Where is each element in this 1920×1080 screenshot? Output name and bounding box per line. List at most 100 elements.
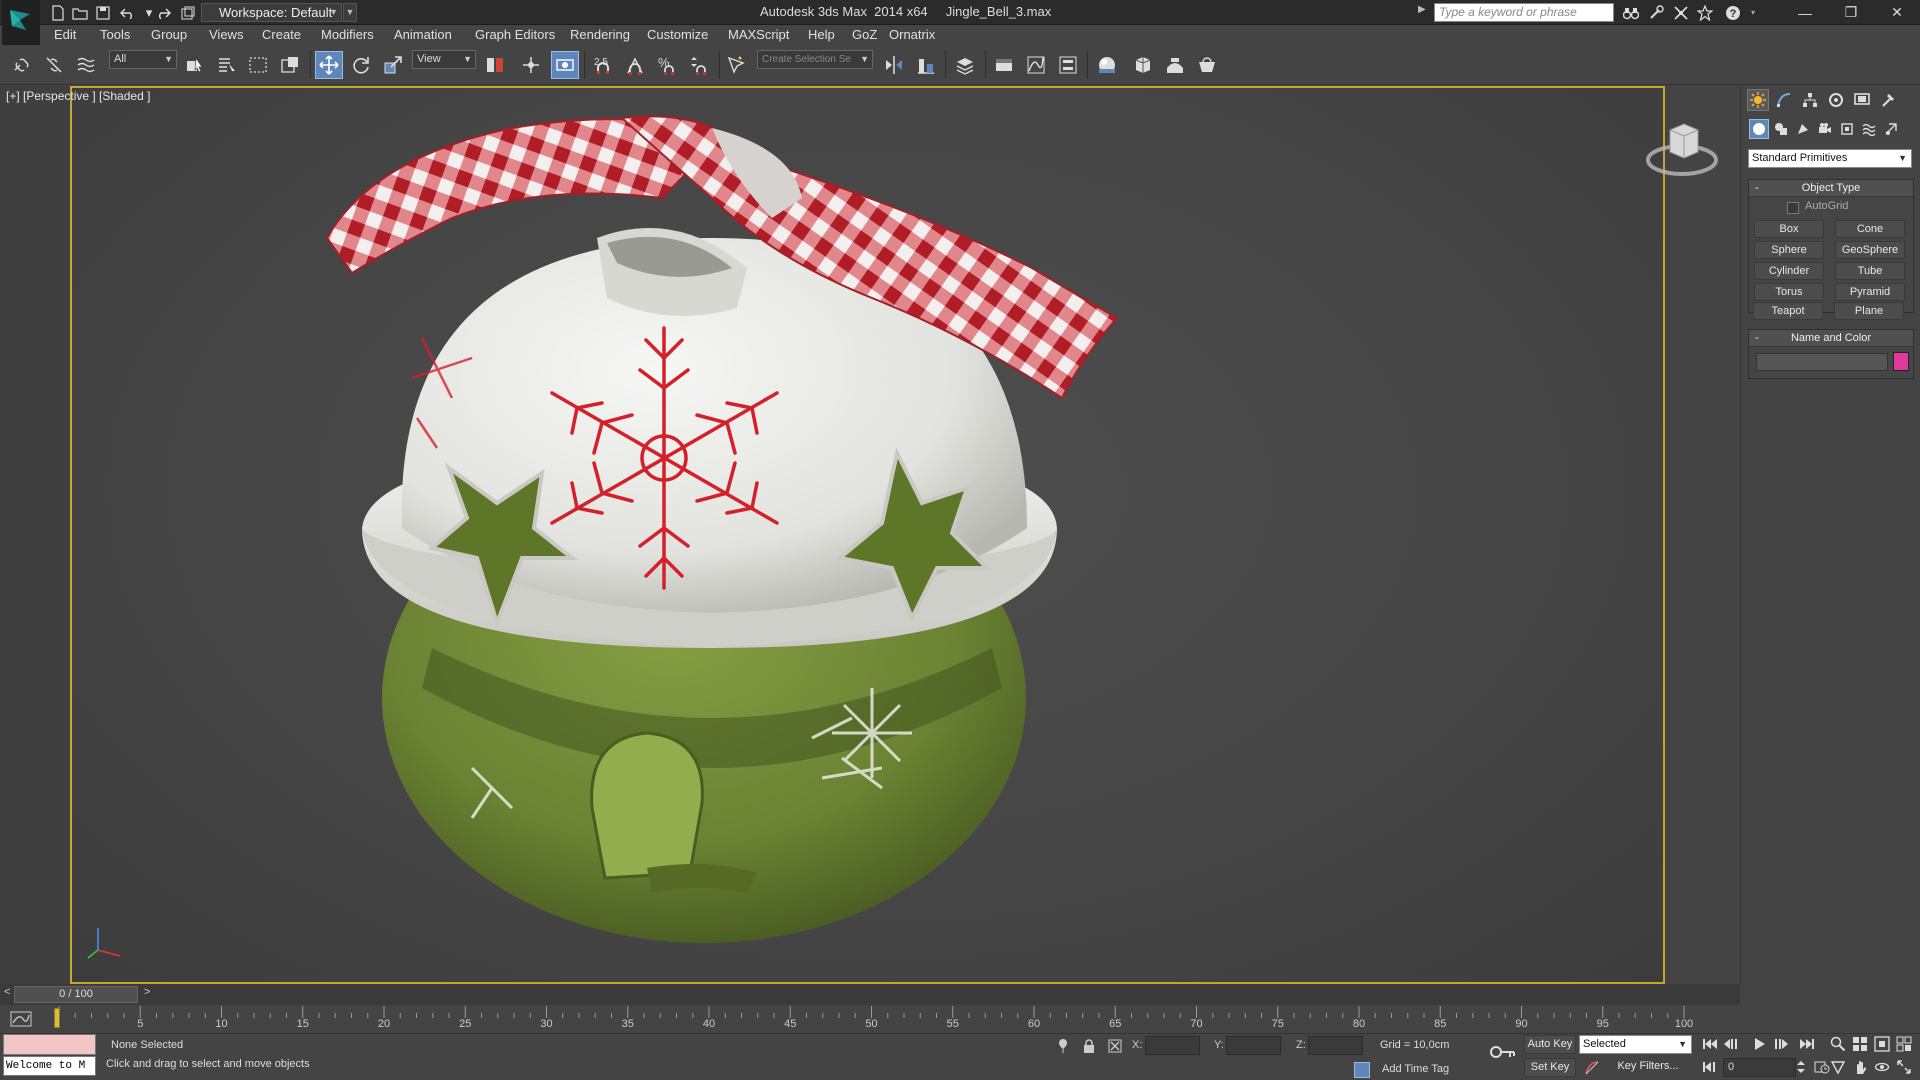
zoom-extents-icon[interactable] xyxy=(1872,1035,1892,1053)
keyboard-shortcut-override-icon[interactable] xyxy=(551,51,579,79)
menu-graph-editors[interactable]: Graph Editors xyxy=(475,27,555,42)
field-of-view-icon[interactable] xyxy=(1828,1058,1848,1076)
create-box-button[interactable]: Box xyxy=(1754,220,1824,238)
schematic-view-icon[interactable] xyxy=(1054,51,1082,79)
go-to-start-icon[interactable] xyxy=(1700,1035,1720,1053)
time-slider-next-arrow[interactable]: > xyxy=(144,986,150,998)
set-key-button[interactable]: Set Key xyxy=(1524,1058,1576,1077)
key-mode-dropdown[interactable]: Selected ▼ xyxy=(1579,1035,1692,1054)
add-time-tag-button[interactable]: Add Time Tag xyxy=(1382,1063,1449,1075)
create-teapot-button[interactable]: Teapot xyxy=(1753,302,1823,320)
create-tube-button[interactable]: Tube xyxy=(1835,262,1905,280)
select-and-rotate-icon[interactable] xyxy=(347,51,375,79)
menu-rendering[interactable]: Rendering xyxy=(570,27,630,42)
select-object-icon[interactable] xyxy=(181,51,209,79)
modify-tab-icon[interactable] xyxy=(1773,89,1795,111)
orbit-icon[interactable] xyxy=(1872,1058,1892,1076)
menu-ornatrix[interactable]: Ornatrix xyxy=(889,27,935,42)
space-warps-icon[interactable] xyxy=(1859,119,1879,139)
toggle-ribbon-icon[interactable] xyxy=(990,51,1018,79)
snaps-toggle-icon[interactable]: 2.5 xyxy=(589,51,617,79)
auto-key-button[interactable]: Auto Key xyxy=(1524,1035,1576,1054)
object-type-rollout-header[interactable]: - Object Type xyxy=(1749,180,1913,197)
infocenter-collapse-chevron-icon[interactable]: ▶ xyxy=(1418,4,1430,21)
utilities-tab-hammer-icon[interactable] xyxy=(1877,89,1899,111)
reference-coordinate-dropdown[interactable]: View ▼ xyxy=(412,50,476,69)
viewport-label-menu[interactable]: [+] [Perspective ] [Shaded ] xyxy=(6,89,150,103)
time-slider-track[interactable] xyxy=(0,984,1740,1005)
perspective-viewport[interactable] xyxy=(70,86,1665,984)
time-slider-thumb[interactable]: 0 / 100 xyxy=(14,986,138,1003)
menu-create[interactable]: Create xyxy=(262,27,301,42)
selection-lock-icon[interactable] xyxy=(1081,1038,1097,1054)
time-slider-prev-arrow[interactable]: < xyxy=(4,986,10,998)
pan-view-hand-icon[interactable] xyxy=(1850,1058,1870,1076)
go-to-end-icon[interactable] xyxy=(1797,1035,1817,1053)
helpers-icon[interactable] xyxy=(1837,119,1857,139)
percent-snap-icon[interactable]: % xyxy=(653,51,681,79)
spinner-snap-icon[interactable] xyxy=(685,51,713,79)
create-torus-button[interactable]: Torus xyxy=(1754,283,1824,301)
key-mode-toggle-icon[interactable] xyxy=(1700,1058,1720,1076)
maxscript-listener-output[interactable]: Welcome to M xyxy=(3,1056,96,1076)
help-chevron-icon[interactable]: ▾ xyxy=(1742,3,1764,22)
x-coord-field[interactable] xyxy=(1145,1036,1200,1055)
workspace-dropdown[interactable]: Workspace: Default ▼ xyxy=(201,3,342,22)
minimize-button[interactable]: — xyxy=(1782,0,1828,25)
favorites-star-icon[interactable] xyxy=(1694,3,1716,22)
create-cone-button[interactable]: Cone xyxy=(1835,220,1905,238)
menu-views[interactable]: Views xyxy=(209,27,243,42)
isolate-selection-icon[interactable] xyxy=(1055,1038,1071,1054)
time-tag-icon[interactable] xyxy=(1354,1062,1370,1078)
project-folder-icon[interactable] xyxy=(178,3,198,22)
systems-icon[interactable] xyxy=(1881,119,1901,139)
object-color-swatch[interactable] xyxy=(1893,352,1909,371)
menu-group[interactable]: Group xyxy=(151,27,187,42)
track-ruler[interactable]: 5 10 15 20 25 30 35 40 45 50 55 60 65 70 75 80 85 90 95 100 xyxy=(56,1006,1735,1032)
align-icon[interactable] xyxy=(912,51,940,79)
named-selection-dropdown[interactable]: Create Selection Se ▼ xyxy=(757,50,873,69)
unlink-selection-icon[interactable] xyxy=(40,51,68,79)
motion-tab-icon[interactable] xyxy=(1825,89,1847,111)
bind-to-space-warp-icon[interactable] xyxy=(72,51,100,79)
search-input[interactable]: Type a keyword or phrase xyxy=(1434,3,1614,22)
curve-editor-icon[interactable] xyxy=(1022,51,1050,79)
absolute-transform-mode-icon[interactable] xyxy=(1107,1038,1123,1054)
autogrid-checkbox[interactable] xyxy=(1787,202,1799,214)
menu-tools[interactable]: Tools xyxy=(100,27,130,42)
render-production-icon[interactable] xyxy=(1193,51,1221,79)
binoculars-search-icon[interactable] xyxy=(1620,3,1642,22)
quick-access-customize-chevron-icon[interactable]: ▼ xyxy=(343,3,357,22)
mirror-icon[interactable] xyxy=(880,51,908,79)
menu-animation[interactable]: Animation xyxy=(394,27,452,42)
set-keys-key-icon[interactable] xyxy=(1490,1045,1516,1062)
subscription-key-icon[interactable] xyxy=(1645,3,1667,22)
object-name-input[interactable] xyxy=(1756,353,1888,371)
create-tab-sun-icon[interactable] xyxy=(1747,89,1769,111)
select-and-scale-icon[interactable] xyxy=(379,51,407,79)
zoom-all-icon[interactable] xyxy=(1850,1035,1870,1053)
pivot-center-icon[interactable] xyxy=(481,51,509,79)
open-file-icon[interactable] xyxy=(70,3,90,22)
selection-filter-dropdown[interactable]: All ▼ xyxy=(109,50,177,69)
y-coord-field[interactable] xyxy=(1226,1036,1281,1055)
cameras-icon[interactable] xyxy=(1815,119,1835,139)
create-pyramid-button[interactable]: Pyramid xyxy=(1835,283,1905,301)
key-filters-button[interactable]: Key Filters... xyxy=(1604,1058,1692,1077)
maxscript-listener-input[interactable] xyxy=(3,1034,96,1055)
name-and-color-rollout-header[interactable]: - Name and Color xyxy=(1749,330,1913,347)
select-and-link-icon[interactable] xyxy=(8,51,36,79)
save-file-icon[interactable] xyxy=(93,3,113,22)
display-tab-icon[interactable] xyxy=(1851,89,1873,111)
zoom-extents-all-icon[interactable] xyxy=(1894,1035,1914,1053)
help-icon[interactable]: ? xyxy=(1722,3,1744,22)
select-and-manipulate-icon[interactable] xyxy=(517,51,545,79)
communication-center-icon[interactable] xyxy=(1670,3,1692,22)
window-crossing-icon[interactable] xyxy=(276,51,304,79)
angle-snap-icon[interactable] xyxy=(621,51,649,79)
edit-named-selection-icon[interactable] xyxy=(722,51,750,79)
select-by-name-icon[interactable] xyxy=(213,51,241,79)
rectangular-selection-region-icon[interactable] xyxy=(244,51,272,79)
next-frame-icon[interactable] xyxy=(1771,1035,1791,1053)
select-and-move-icon[interactable] xyxy=(315,51,343,79)
